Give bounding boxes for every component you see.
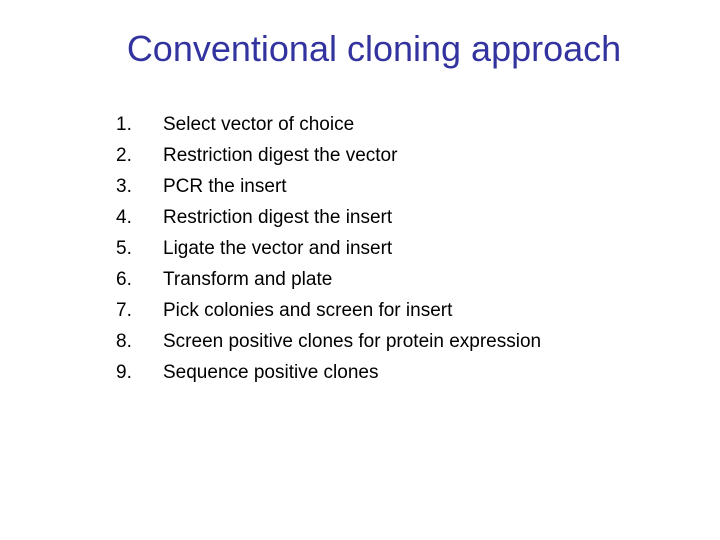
- step-number: 2.: [116, 145, 132, 166]
- step-number: 3.: [116, 176, 132, 197]
- list-item: 4. Restriction digest the insert: [0, 202, 720, 233]
- step-number: 7.: [116, 300, 132, 321]
- step-number: 5.: [116, 238, 132, 259]
- step-text: Ligate the vector and insert: [163, 238, 393, 259]
- step-number: 8.: [116, 331, 132, 352]
- list-item: 6. Transform and plate: [0, 264, 720, 295]
- step-number: 6.: [116, 269, 132, 290]
- step-text: Restriction digest the vector: [163, 145, 398, 166]
- list-item: 7. Pick colonies and screen for insert: [0, 295, 720, 326]
- step-text: Screen positive clones for protein expre…: [163, 331, 542, 352]
- step-text: Pick colonies and screen for insert: [163, 300, 453, 321]
- step-text: Sequence positive clones: [163, 362, 379, 383]
- step-number: 1.: [116, 114, 132, 135]
- step-text: Transform and plate: [163, 269, 333, 290]
- step-text: Select vector of choice: [163, 114, 355, 135]
- list-item: 9. Sequence positive clones: [0, 357, 720, 388]
- list-item: 8. Screen positive clones for protein ex…: [0, 326, 720, 357]
- step-number: 9.: [116, 362, 132, 383]
- list-item: 2. Restriction digest the vector: [0, 140, 720, 171]
- step-text: Restriction digest the insert: [163, 207, 393, 228]
- list-item: 3. PCR the insert: [0, 171, 720, 202]
- step-number: 4.: [116, 207, 132, 228]
- slide-title: Conventional cloning approach: [126, 28, 622, 69]
- step-text: PCR the insert: [163, 176, 287, 197]
- list-item: 1. Select vector of choice: [0, 109, 720, 140]
- list-item: 5. Ligate the vector and insert: [0, 233, 720, 264]
